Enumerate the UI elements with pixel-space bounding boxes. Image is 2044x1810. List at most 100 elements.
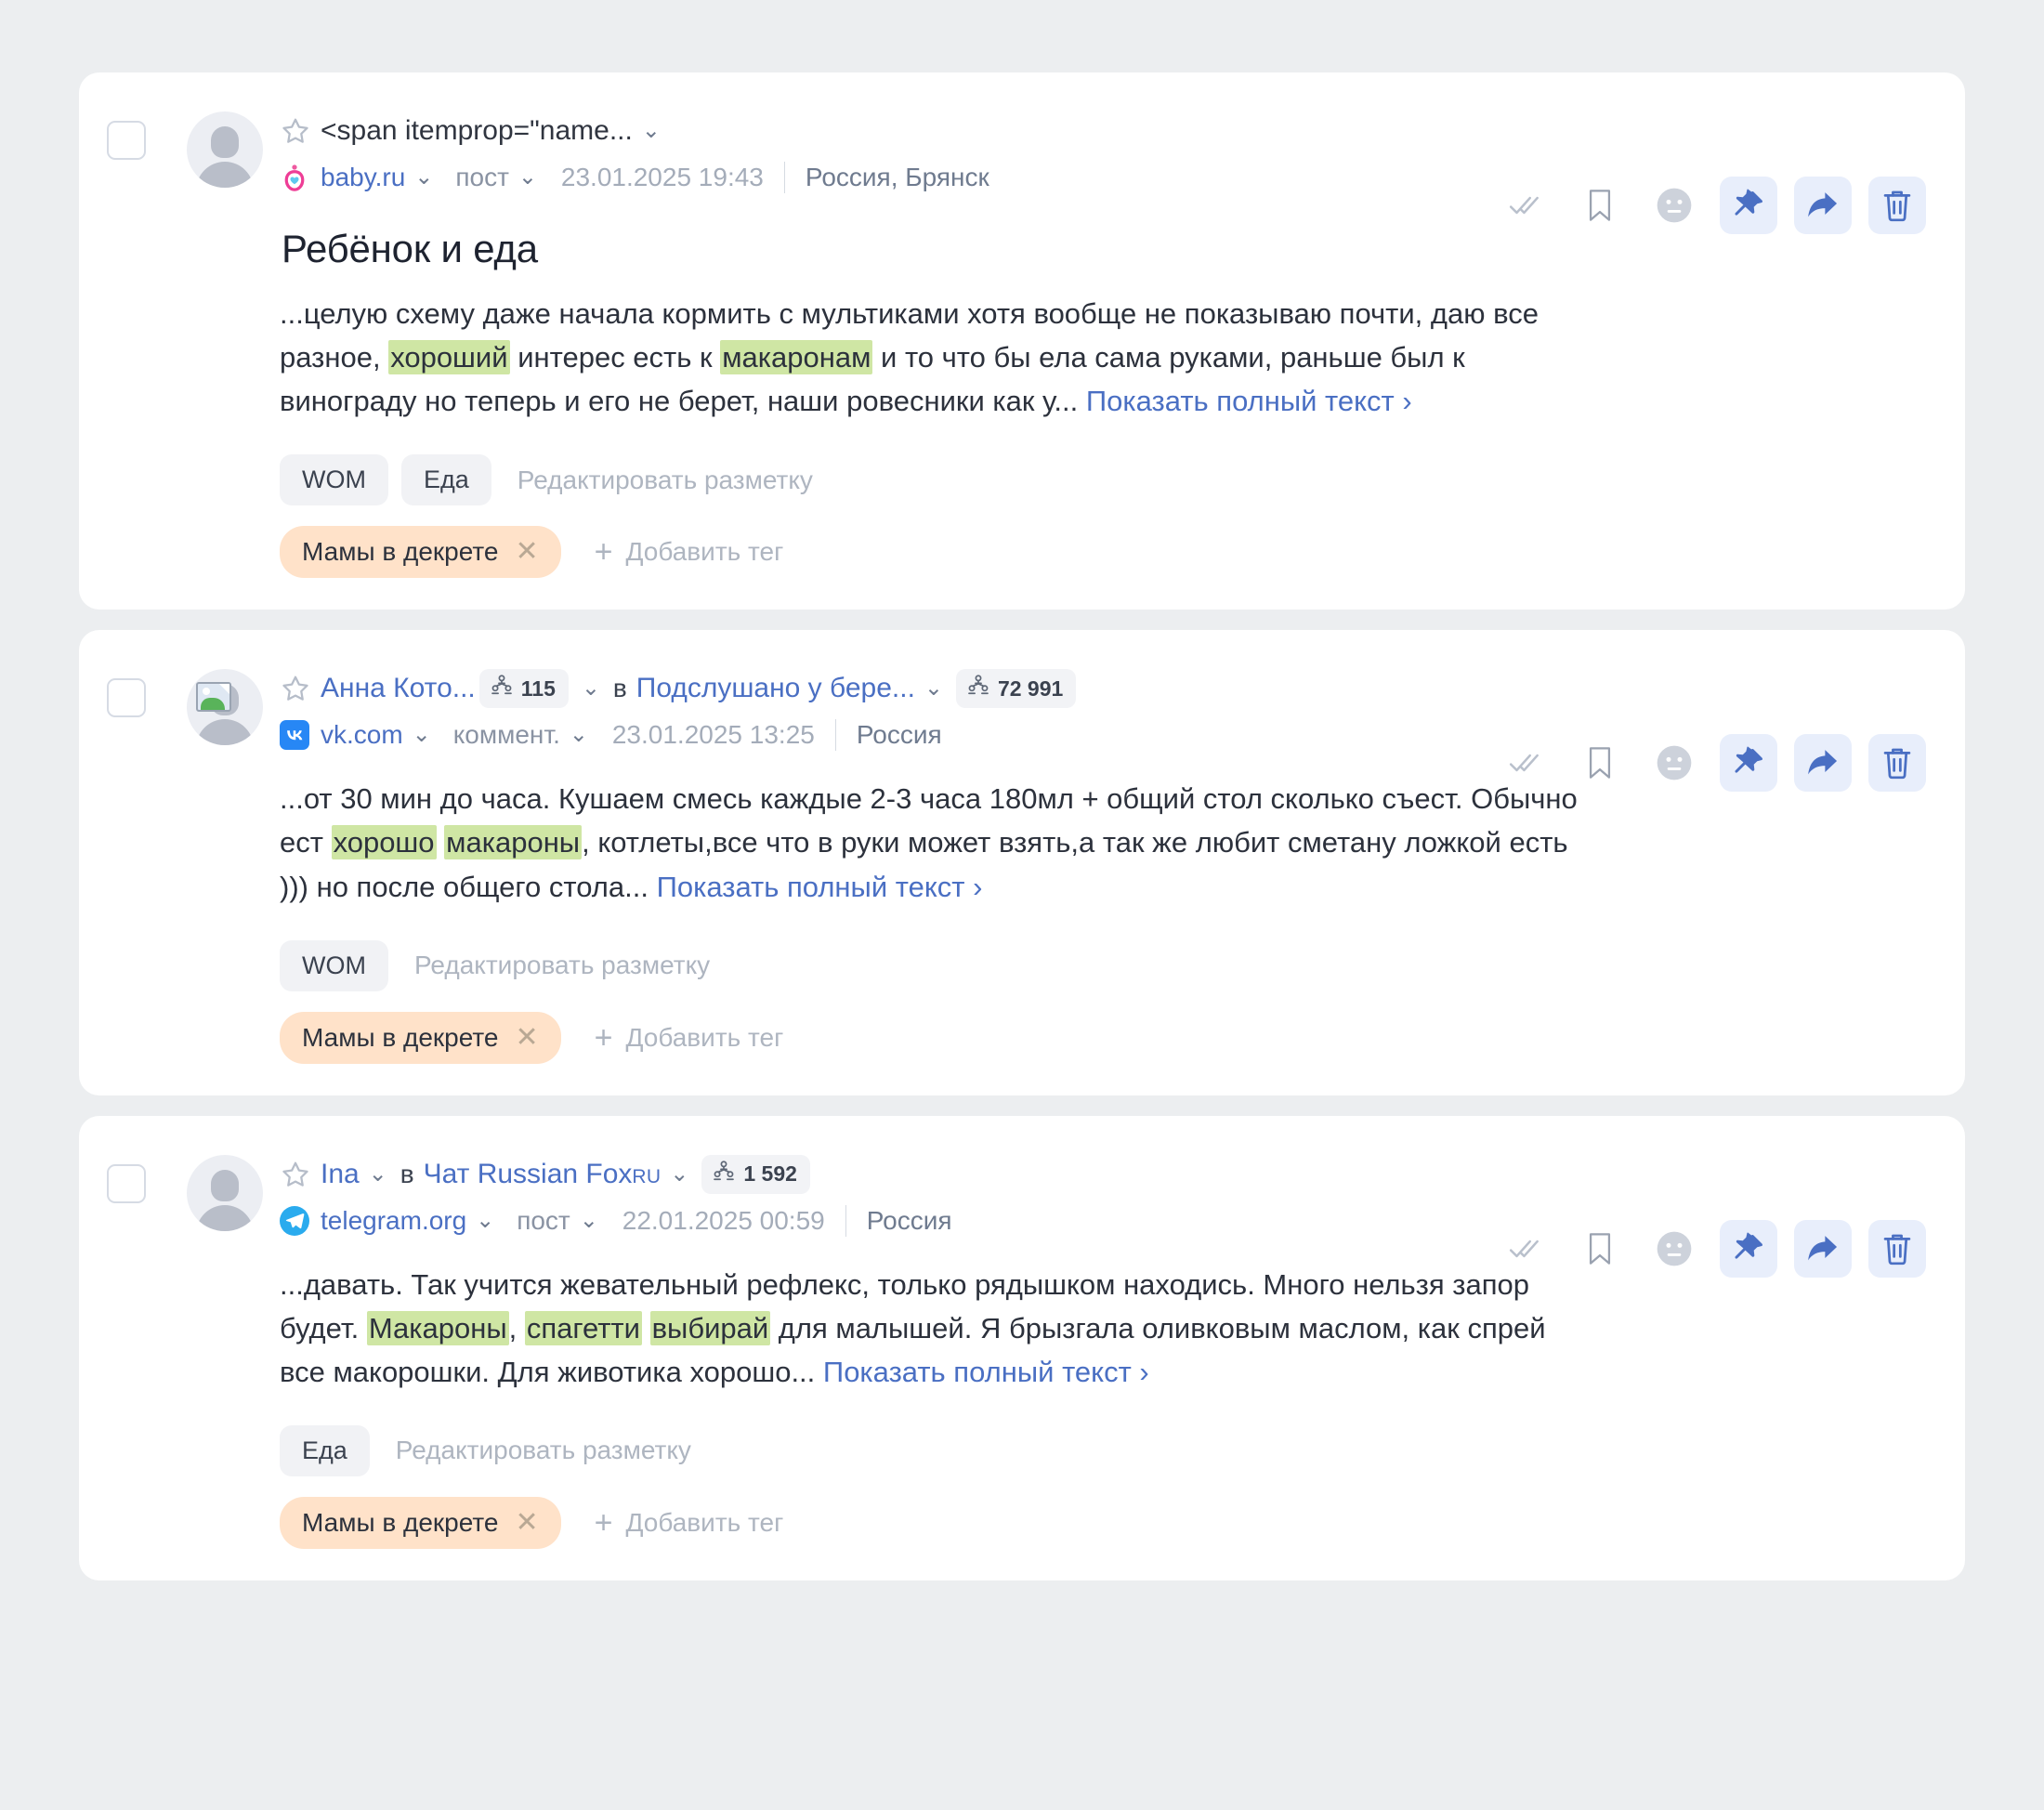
neutral-face-icon-button[interactable] — [1645, 1220, 1703, 1278]
post-date: 22.01.2025 00:59 — [622, 1205, 825, 1235]
show-more-link[interactable]: Показать полный текст › — [823, 1356, 1149, 1388]
author-menu-chevron-down-icon[interactable]: ⌄ — [638, 120, 664, 142]
group-followers-badge[interactable]: 1 592 — [701, 1154, 810, 1194]
group-menu-chevron-down-icon[interactable]: ⌄ — [921, 677, 947, 700]
card-actions-toolbar — [1497, 177, 1926, 234]
add-tag-button[interactable]: + Добавить тег — [595, 1507, 784, 1539]
author-name[interactable]: Анна Кото... — [321, 673, 476, 704]
favorite-star-icon[interactable] — [280, 115, 311, 147]
show-more-label: Показать полный текст — [1085, 385, 1403, 418]
kind-menu-chevron-down-icon[interactable]: ⌄ — [566, 724, 592, 746]
avatar[interactable] — [187, 1154, 263, 1231]
source-domain-link[interactable]: baby.ru — [321, 163, 405, 192]
avatar[interactable] — [187, 669, 263, 746]
author-name[interactable]: Ina — [321, 1159, 360, 1190]
people-icon — [966, 674, 990, 703]
group-name[interactable]: Чат Russian FoxRU — [424, 1159, 662, 1190]
kind-menu-chevron-down-icon[interactable]: ⌄ — [576, 1209, 602, 1232]
post-kind[interactable]: пост — [517, 1206, 570, 1236]
approve-icon-button[interactable] — [1497, 734, 1554, 792]
user-tags-row: Мамы в декрете ✕ + Добавить тег — [280, 1011, 1928, 1064]
select-card-checkbox[interactable] — [107, 121, 146, 160]
source-menu-chevron-down-icon[interactable]: ⌄ — [472, 1209, 498, 1232]
select-column — [107, 108, 187, 160]
edit-markup-link[interactable]: Редактировать разметку — [396, 1436, 691, 1465]
select-card-checkbox[interactable] — [107, 678, 146, 718]
neutral-face-icon-button[interactable] — [1645, 734, 1703, 792]
markup-tag-chip[interactable]: Еда — [400, 454, 491, 506]
post-geo: Россия — [866, 1205, 952, 1235]
group-followers-badge[interactable]: 72 991 — [955, 669, 1077, 709]
post-text: ...от 30 мин до часа. Кушаем смесь кажды… — [280, 777, 1585, 908]
in-preposition: в — [612, 674, 627, 703]
bookmark-icon-button[interactable] — [1571, 734, 1629, 792]
trash-icon-button[interactable] — [1868, 734, 1926, 793]
add-tag-button[interactable]: + Добавить тег — [595, 536, 784, 568]
pin-icon-button[interactable] — [1720, 734, 1777, 793]
meta-divider — [834, 719, 836, 752]
user-tag-chip[interactable]: Мамы в декрете ✕ — [280, 526, 561, 579]
markup-tag-chip[interactable]: WOM — [280, 454, 388, 506]
user-tag-label: Мамы в декрете — [302, 1507, 499, 1537]
kind-menu-chevron-down-icon[interactable]: ⌄ — [515, 166, 541, 189]
remove-tag-icon[interactable]: ✕ — [515, 1508, 538, 1537]
source-menu-chevron-down-icon[interactable]: ⌄ — [409, 724, 435, 746]
favorite-star-icon[interactable] — [280, 1159, 311, 1190]
group-followers-count: 72 991 — [997, 675, 1064, 701]
author-followers-badge[interactable]: 115 — [478, 669, 569, 709]
show-more-link[interactable]: Показать полный текст › — [657, 871, 983, 903]
user-tag-chip[interactable]: Мамы в декрете ✕ — [280, 1011, 561, 1064]
post-kind[interactable]: коммент. — [453, 720, 560, 750]
bookmark-icon-button[interactable] — [1571, 177, 1629, 234]
meta-divider — [783, 162, 785, 193]
select-card-checkbox[interactable] — [107, 1163, 146, 1203]
group-name-suffix: RU — [632, 1165, 662, 1187]
favorite-star-icon[interactable] — [280, 673, 311, 704]
approve-icon-button[interactable] — [1497, 1220, 1554, 1278]
avatar-column — [187, 665, 280, 746]
group-name[interactable]: Подслушано у бере... — [636, 673, 915, 704]
add-tag-button[interactable]: + Добавить тег — [595, 1022, 784, 1054]
avatar-body-shape — [196, 162, 254, 188]
source-domain-link[interactable]: vk.com — [321, 720, 403, 750]
author-name[interactable]: <span itemprop="name... — [321, 115, 633, 147]
add-tag-label: Добавить тег — [625, 1022, 784, 1052]
vk-icon — [280, 720, 309, 751]
post-kind[interactable]: пост — [455, 163, 509, 192]
show-more-link[interactable]: Показать полный текст › — [1086, 385, 1412, 417]
share-icon-button[interactable] — [1794, 734, 1852, 793]
pin-icon-button[interactable] — [1720, 177, 1777, 234]
group-menu-chevron-down-icon[interactable]: ⌄ — [666, 1162, 692, 1186]
markup-tag-chip[interactable]: WOM — [280, 939, 388, 991]
card-body: Ina ⌄ в Чат Russian FoxRU ⌄ 1 592 telegram.o… — [280, 1151, 1928, 1549]
bookmark-icon-button[interactable] — [1571, 1220, 1629, 1278]
add-tag-label: Добавить тег — [625, 537, 784, 567]
edit-markup-link[interactable]: Редактировать разметку — [518, 466, 813, 495]
trash-icon-button[interactable] — [1868, 1219, 1926, 1278]
author-menu-chevron-down-icon[interactable]: ⌄ — [578, 677, 604, 700]
source-menu-chevron-down-icon[interactable]: ⌄ — [411, 166, 437, 189]
approve-icon-button[interactable] — [1497, 177, 1554, 234]
user-tag-label: Мамы в декрете — [302, 537, 499, 567]
baby-ru-icon — [280, 163, 309, 192]
avatar-head-shape — [211, 126, 239, 158]
author-meta-row: Ina ⌄ в Чат Russian FoxRU ⌄ 1 592 — [280, 1153, 1928, 1196]
share-icon-button[interactable] — [1794, 1219, 1852, 1278]
avatar[interactable] — [187, 111, 263, 188]
author-menu-chevron-down-icon[interactable]: ⌄ — [365, 1162, 391, 1186]
pin-icon-button[interactable] — [1720, 1219, 1777, 1278]
markup-tag-chip[interactable]: Еда — [280, 1424, 370, 1476]
post-date: 23.01.2025 19:43 — [560, 163, 764, 191]
result-card: <span itemprop="name... ⌄ baby.ru ⌄ пост ⌄ 23… — [79, 72, 1965, 610]
remove-tag-icon[interactable]: ✕ — [515, 538, 538, 566]
neutral-face-icon-button[interactable] — [1645, 177, 1703, 234]
source-domain-link[interactable]: telegram.org — [321, 1206, 466, 1236]
post-geo: Россия — [856, 720, 942, 750]
edit-markup-link[interactable]: Редактировать разметку — [414, 951, 710, 980]
remove-tag-icon[interactable]: ✕ — [515, 1023, 538, 1052]
user-tag-chip[interactable]: Мамы в декрете ✕ — [280, 1496, 561, 1549]
show-more-label: Показать полный текст — [656, 870, 974, 903]
share-icon-button[interactable] — [1794, 177, 1852, 234]
trash-icon-button[interactable] — [1868, 177, 1926, 234]
plus-icon: + — [594, 1019, 613, 1056]
